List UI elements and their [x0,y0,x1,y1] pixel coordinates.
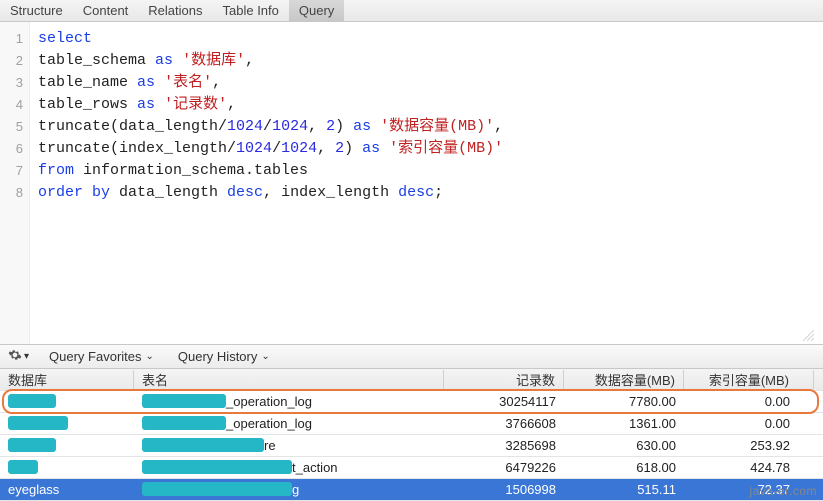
redacted-text [8,416,68,430]
column-header[interactable]: 记录数 [444,370,564,389]
column-header[interactable]: 数据容量(MB) [564,370,684,389]
redacted-text [8,394,56,408]
redacted-text [8,438,56,452]
table-row[interactable]: _operation_log37666081361.000.00 [0,413,823,435]
table-row[interactable]: re3285698630.00253.92 [0,435,823,457]
tab-table-info[interactable]: Table Info [213,0,289,21]
view-tabs: StructureContentRelationsTable InfoQuery [0,0,823,22]
column-header[interactable]: 索引容量(MB) [684,370,814,389]
redacted-text [142,416,226,430]
redacted-text [142,482,292,496]
watermark: java-er.com [749,484,817,498]
editor-gutter: 12345678 [0,22,30,344]
gear-menu[interactable]: ▾ [0,348,37,365]
tab-relations[interactable]: Relations [138,0,212,21]
redacted-text [142,438,264,452]
results-toolbar: ▾ Query Favorites ⌄ Query History ⌄ [0,345,823,369]
table-row[interactable]: _operation_log302541177780.000.00 [0,391,823,413]
chevron-down-icon: ▾ [24,351,29,362]
table-row[interactable]: t_action6479226618.00424.78 [0,457,823,479]
gear-icon [8,348,22,365]
resize-handle-icon[interactable] [799,326,815,342]
redacted-text [8,460,38,474]
dropdown-label: Query History [178,349,257,364]
query-history-dropdown[interactable]: Query History ⌄ [166,349,282,364]
column-header[interactable]: 数据库 [0,370,134,389]
table-header: 数据库表名记录数数据容量(MB)索引容量(MB) [0,369,823,391]
dropdown-label: Query Favorites [49,349,141,364]
results-table: 数据库表名记录数数据容量(MB)索引容量(MB)_operation_log30… [0,369,823,501]
sql-editor[interactable]: 12345678 selecttable_schema as '数据库',tab… [0,22,823,345]
chevron-down-icon: ⌄ [146,351,154,362]
redacted-text [142,394,226,408]
tab-query[interactable]: Query [289,0,344,21]
chevron-down-icon: ⌄ [261,351,269,362]
redacted-text [142,460,292,474]
table-row[interactable]: eyeglassg1506998515.1172.37 [0,479,823,501]
query-favorites-dropdown[interactable]: Query Favorites ⌄ [37,349,166,364]
tab-structure[interactable]: Structure [0,0,73,21]
tab-content[interactable]: Content [73,0,139,21]
column-header[interactable]: 表名 [134,370,444,389]
editor-code[interactable]: selecttable_schema as '数据库',table_name a… [30,22,511,344]
